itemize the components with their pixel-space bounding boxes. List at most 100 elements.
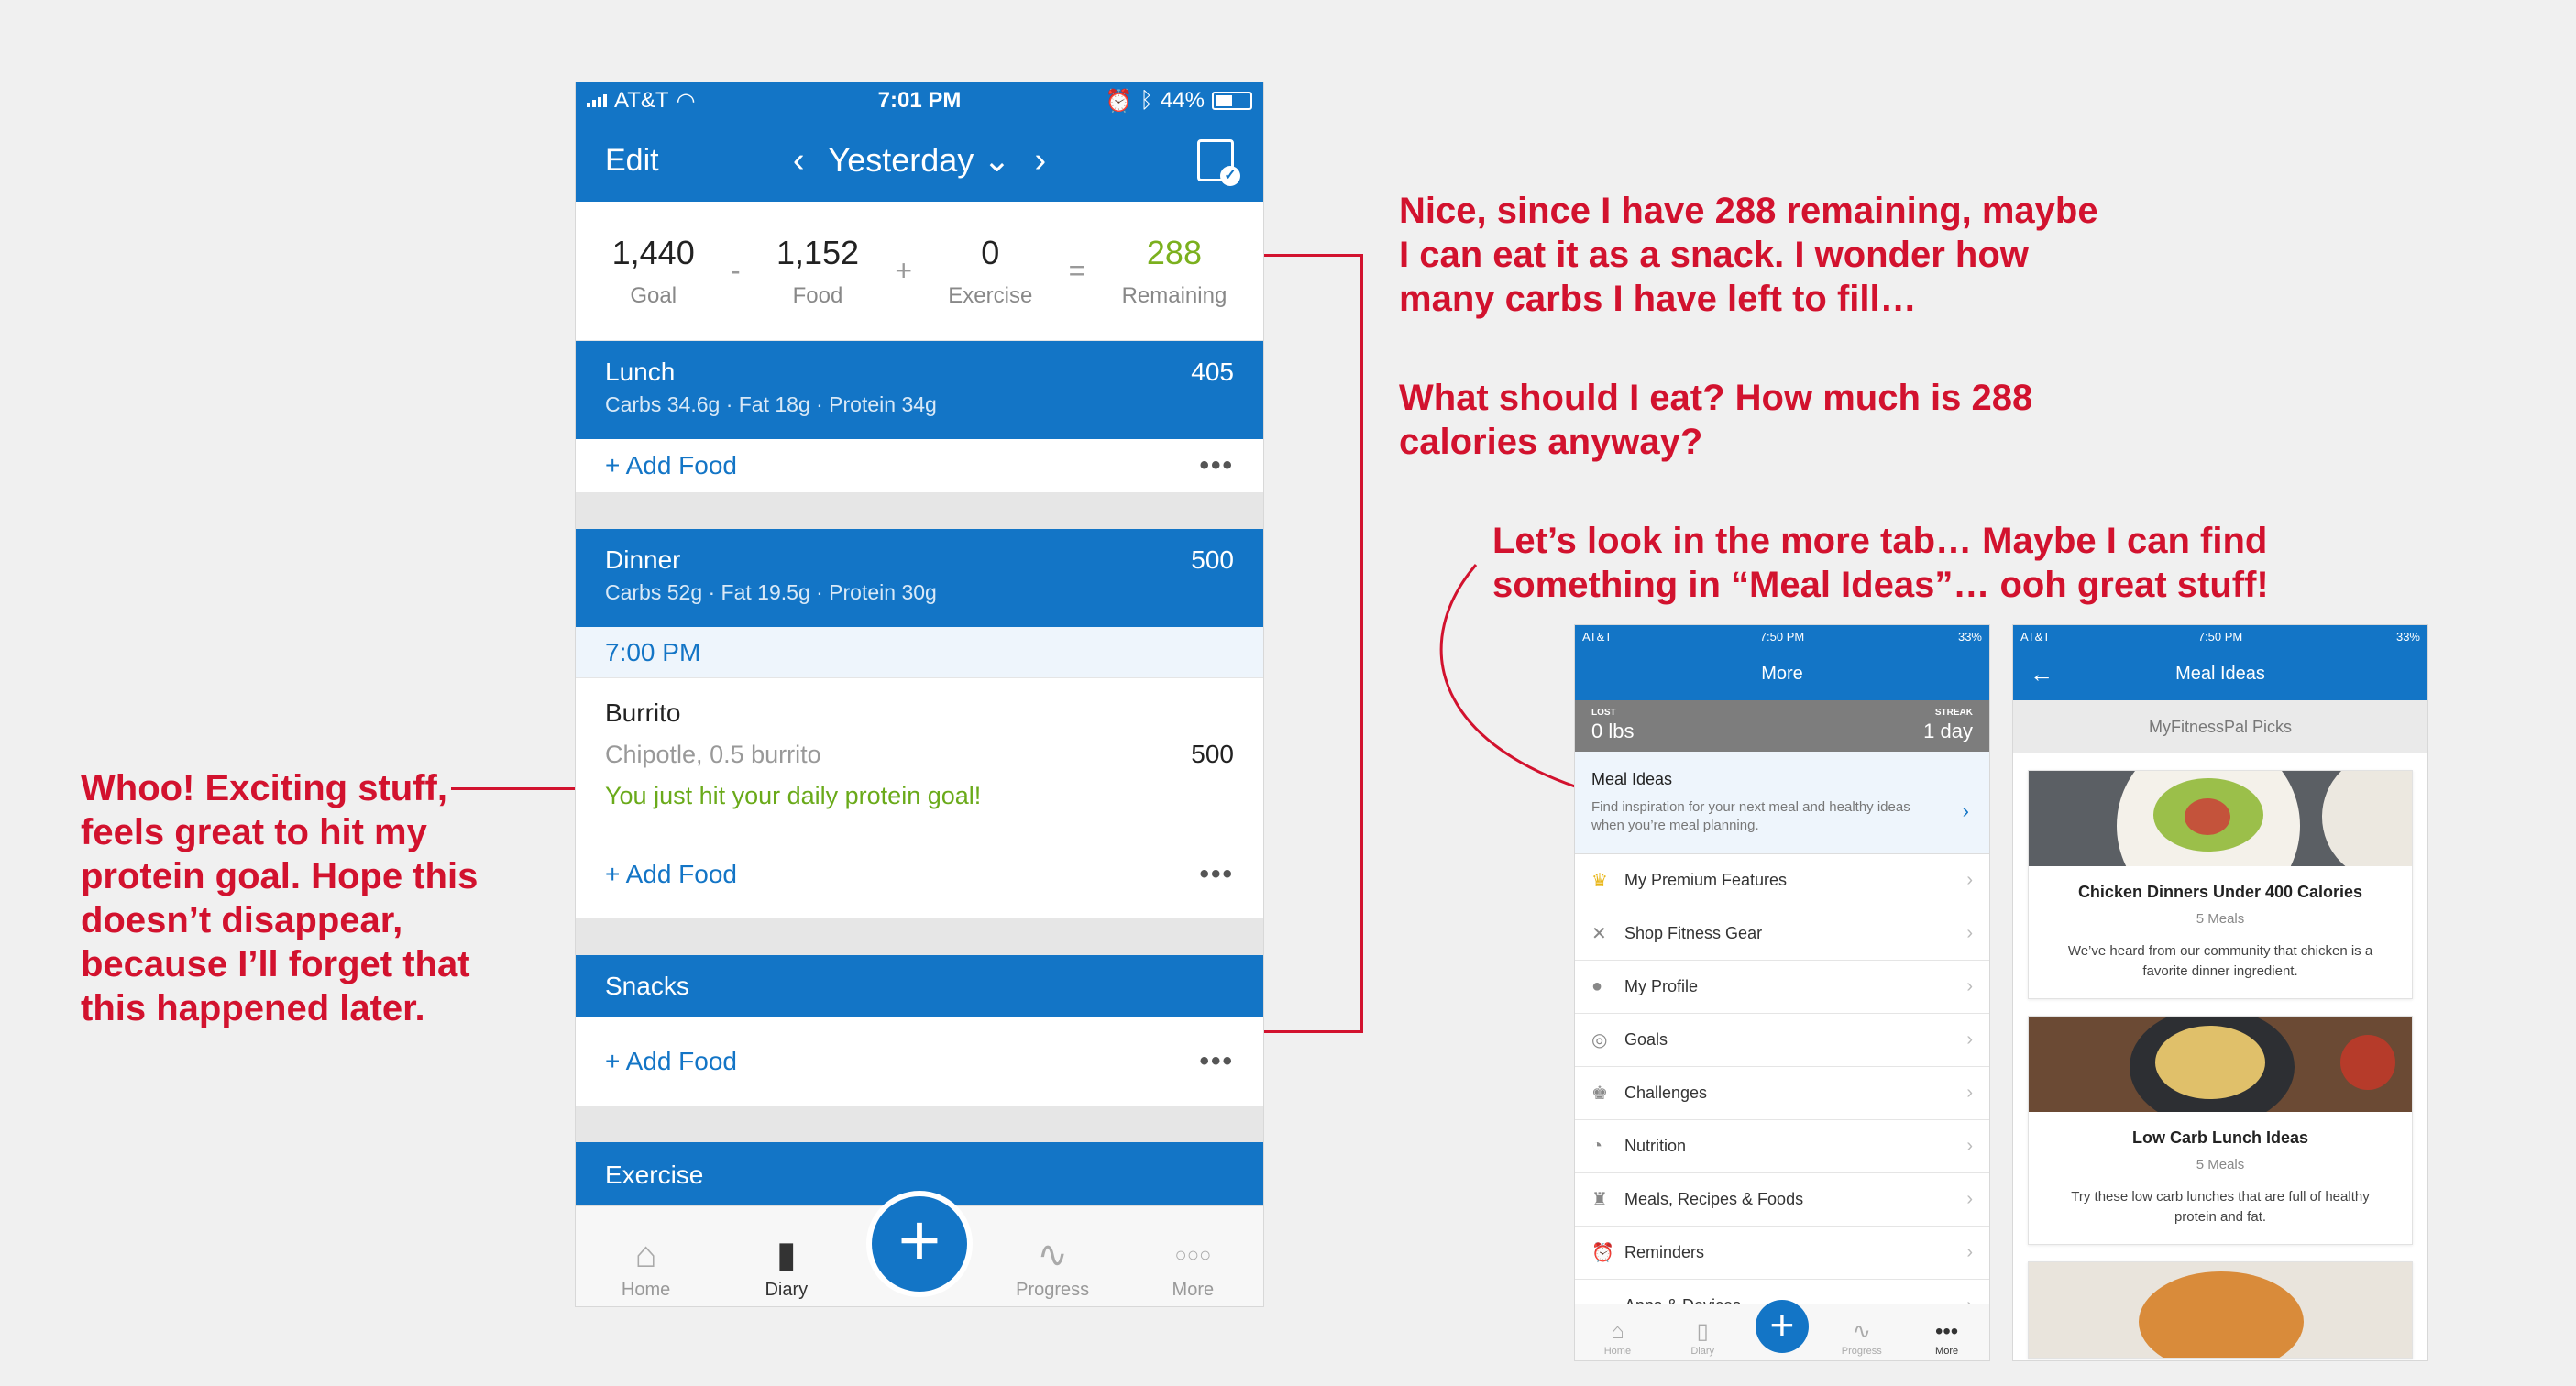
dinner-header[interactable]: Dinner Carbs 52g · Fat 19.5g · Protein 30… — [576, 529, 1263, 627]
progress-banner: LOST 0 lbs STREAK 1 day — [1575, 700, 1989, 752]
card-title: Low Carb Lunch Ideas — [2131, 1128, 2309, 1147]
annotation-line: doesn’t disappear, — [81, 900, 403, 940]
chevron-right-icon: › — [1966, 1136, 1973, 1156]
annotation-line: feels great to hit my — [81, 812, 427, 852]
back-arrow-icon[interactable]: ← — [2030, 660, 2053, 688]
target-icon: ◎ — [1591, 1030, 1608, 1050]
snacks-header[interactable]: Snacks — [576, 955, 1263, 1018]
food-item[interactable]: Burrito Chipotle, 0.5 burrito You just h… — [576, 678, 1263, 830]
food-shape — [2139, 1271, 2304, 1358]
meal-idea-card-partial[interactable] — [2028, 1261, 2413, 1358]
minus-sign: - — [731, 254, 741, 287]
food-calories: 500 — [1191, 739, 1234, 768]
tab-label: More — [1935, 1346, 1959, 1357]
chevron-right-icon: › — [1966, 870, 1973, 890]
remaining-col: 288 Remaining — [1122, 234, 1227, 309]
more-dots-icon: ••• — [1934, 1319, 1959, 1344]
card-title: Chicken Dinners Under 400 Calories — [2077, 883, 2363, 901]
chevron-right-icon: › — [1966, 1083, 1973, 1103]
date-label: Yesterday — [828, 141, 974, 179]
add-food-button[interactable]: + Add Food — [605, 451, 737, 480]
annotation-line: Nice, since I have 288 remaining, maybe — [1399, 191, 2098, 231]
lunch-header[interactable]: Lunch Carbs 34.6g · Fat 18g · Protein 34g… — [576, 341, 1263, 439]
food-desc: Chipotle, 0.5 burrito — [605, 740, 821, 768]
menu-label: Reminders — [1624, 1243, 1705, 1261]
meal-macros: Carbs 52g · Fat 19.5g · Protein 30g — [605, 580, 937, 604]
snacks-add-row: + Add Food ••• — [576, 1018, 1263, 1106]
next-day-button[interactable]: › — [1034, 141, 1046, 181]
connector-vertical — [1360, 254, 1363, 1033]
annotation-question: What should I eat? How much is 288 calor… — [1399, 376, 2151, 464]
tab-home[interactable]: ⌂ Home — [591, 1230, 701, 1301]
menu-item-shop[interactable]: ✕ Shop Fitness Gear › — [1575, 908, 1989, 961]
annotation-line: because I’ll forget that — [81, 944, 470, 984]
add-food-button[interactable]: + Add Food — [605, 860, 737, 889]
exercise-label: Exercise — [948, 282, 1033, 308]
chevron-down-icon: ⌄ — [983, 141, 1011, 179]
prev-day-button[interactable]: ‹ — [793, 141, 805, 181]
remaining-label: Remaining — [1121, 282, 1227, 308]
tab-more[interactable]: ••• More — [1915, 1318, 1979, 1357]
more-options-icon[interactable]: ••• — [1199, 859, 1234, 890]
tab-label: Home — [621, 1280, 671, 1300]
date-dropdown[interactable]: Yesterday ⌄ — [829, 141, 1011, 180]
goal-value: 1,440 — [611, 233, 695, 271]
add-entry-button[interactable]: + — [1755, 1300, 1809, 1353]
annotation-line: protein goal. Hope this — [81, 856, 479, 896]
tab-progress[interactable]: ∿ Progress — [1830, 1318, 1894, 1357]
garnish-shape — [2185, 798, 2230, 835]
page-title: Meal Ideas — [2175, 663, 2265, 684]
add-entry-button[interactable]: + — [871, 1196, 967, 1292]
more-options-icon[interactable]: ••• — [1199, 450, 1234, 481]
card-meal-count: 5 Meals — [2196, 911, 2245, 927]
lunch-info: Lunch Carbs 34.6g · Fat 18g · Protein 34g — [605, 358, 937, 423]
meal-idea-card[interactable]: Low Carb Lunch Ideas 5 Meals Try these l… — [2028, 1016, 2413, 1245]
more-options-icon[interactable]: ••• — [1199, 1046, 1234, 1077]
chevron-right-icon: › — [1966, 1242, 1973, 1262]
dinner-info: Dinner Carbs 52g · Fat 19.5g · Protein 30… — [605, 545, 937, 610]
status-bar: AT&T 7:50 PM 33% — [1575, 625, 1989, 647]
tab-label: Home — [1603, 1346, 1632, 1357]
meal-ideas-item[interactable]: Meal Ideas Find inspiration for your nex… — [1575, 752, 1989, 854]
meal-idea-card[interactable]: Chicken Dinners Under 400 Calories 5 Mea… — [2028, 770, 2413, 999]
section-gap — [576, 1106, 1263, 1142]
pie-icon: ◔ — [1591, 1136, 1603, 1156]
menu-item-challenges[interactable]: ♚ Challenges › — [1575, 1067, 1989, 1120]
food-info: Burrito Chipotle, 0.5 burrito You just h… — [605, 698, 981, 810]
calorie-summary: 1,440 Goal - 1,152 Food + 0 Exercise = 288 R… — [576, 202, 1263, 341]
protein-goal-message: You just hit your daily protein goal! — [605, 781, 982, 809]
meal-name: Exercise — [605, 1160, 704, 1189]
menu-item-premium[interactable]: ♛ My Premium Features › — [1575, 854, 1989, 908]
menu-label: Shop Fitness Gear — [1624, 924, 1763, 942]
diary-complete-icon[interactable] — [1197, 139, 1240, 186]
menu-item-reminders[interactable]: ⏰ Reminders › — [1575, 1226, 1989, 1280]
menu-item-nutrition[interactable]: ◔ Nutrition › — [1575, 1120, 1989, 1173]
meal-calories: 405 — [1191, 358, 1234, 386]
tab-more[interactable]: ○○○ More — [1138, 1230, 1248, 1301]
chef-hat-icon: ♜ — [1591, 1190, 1608, 1210]
crown-icon: ♛ — [1591, 871, 1608, 891]
menu-item-profile[interactable]: ● My Profile › — [1575, 961, 1989, 1014]
diary-icon: ▮ — [776, 1235, 797, 1275]
add-food-button[interactable]: + Add Food — [605, 1047, 737, 1076]
plate-shape-2 — [2322, 771, 2412, 866]
nav-bar: ← Meal Ideas — [2013, 647, 2427, 700]
section-title: MyFitnessPal Picks — [2013, 700, 2427, 754]
meal-ideas-desc: Find inspiration for your next meal and … — [1591, 799, 1910, 833]
tab-diary[interactable]: ▮ Diary — [732, 1230, 842, 1301]
food-value: 1,152 — [776, 233, 860, 271]
annotation-line: this happened later. — [81, 988, 425, 1028]
connector-curve — [1439, 564, 1587, 792]
menu-item-goals[interactable]: ◎ Goals › — [1575, 1014, 1989, 1067]
tab-diary[interactable]: ▯ Diary — [1670, 1318, 1734, 1357]
tab-home[interactable]: ⌂ Home — [1585, 1318, 1649, 1357]
menu-item-meals[interactable]: ♜ Meals, Recipes & Foods › — [1575, 1173, 1989, 1226]
meal-photo — [2029, 1262, 2412, 1358]
person-icon: ● — [1591, 976, 1603, 996]
annotation-line: something in “Meal Ideas”… ooh great stu… — [1492, 565, 2269, 605]
alarm-icon: ⏰ — [1591, 1243, 1614, 1263]
more-dots-icon: ○○○ — [1174, 1243, 1212, 1266]
chevron-right-icon: › — [1966, 923, 1973, 943]
tab-progress[interactable]: ∿ Progress — [997, 1230, 1107, 1301]
chart-icon: ∿ — [1852, 1319, 1871, 1344]
